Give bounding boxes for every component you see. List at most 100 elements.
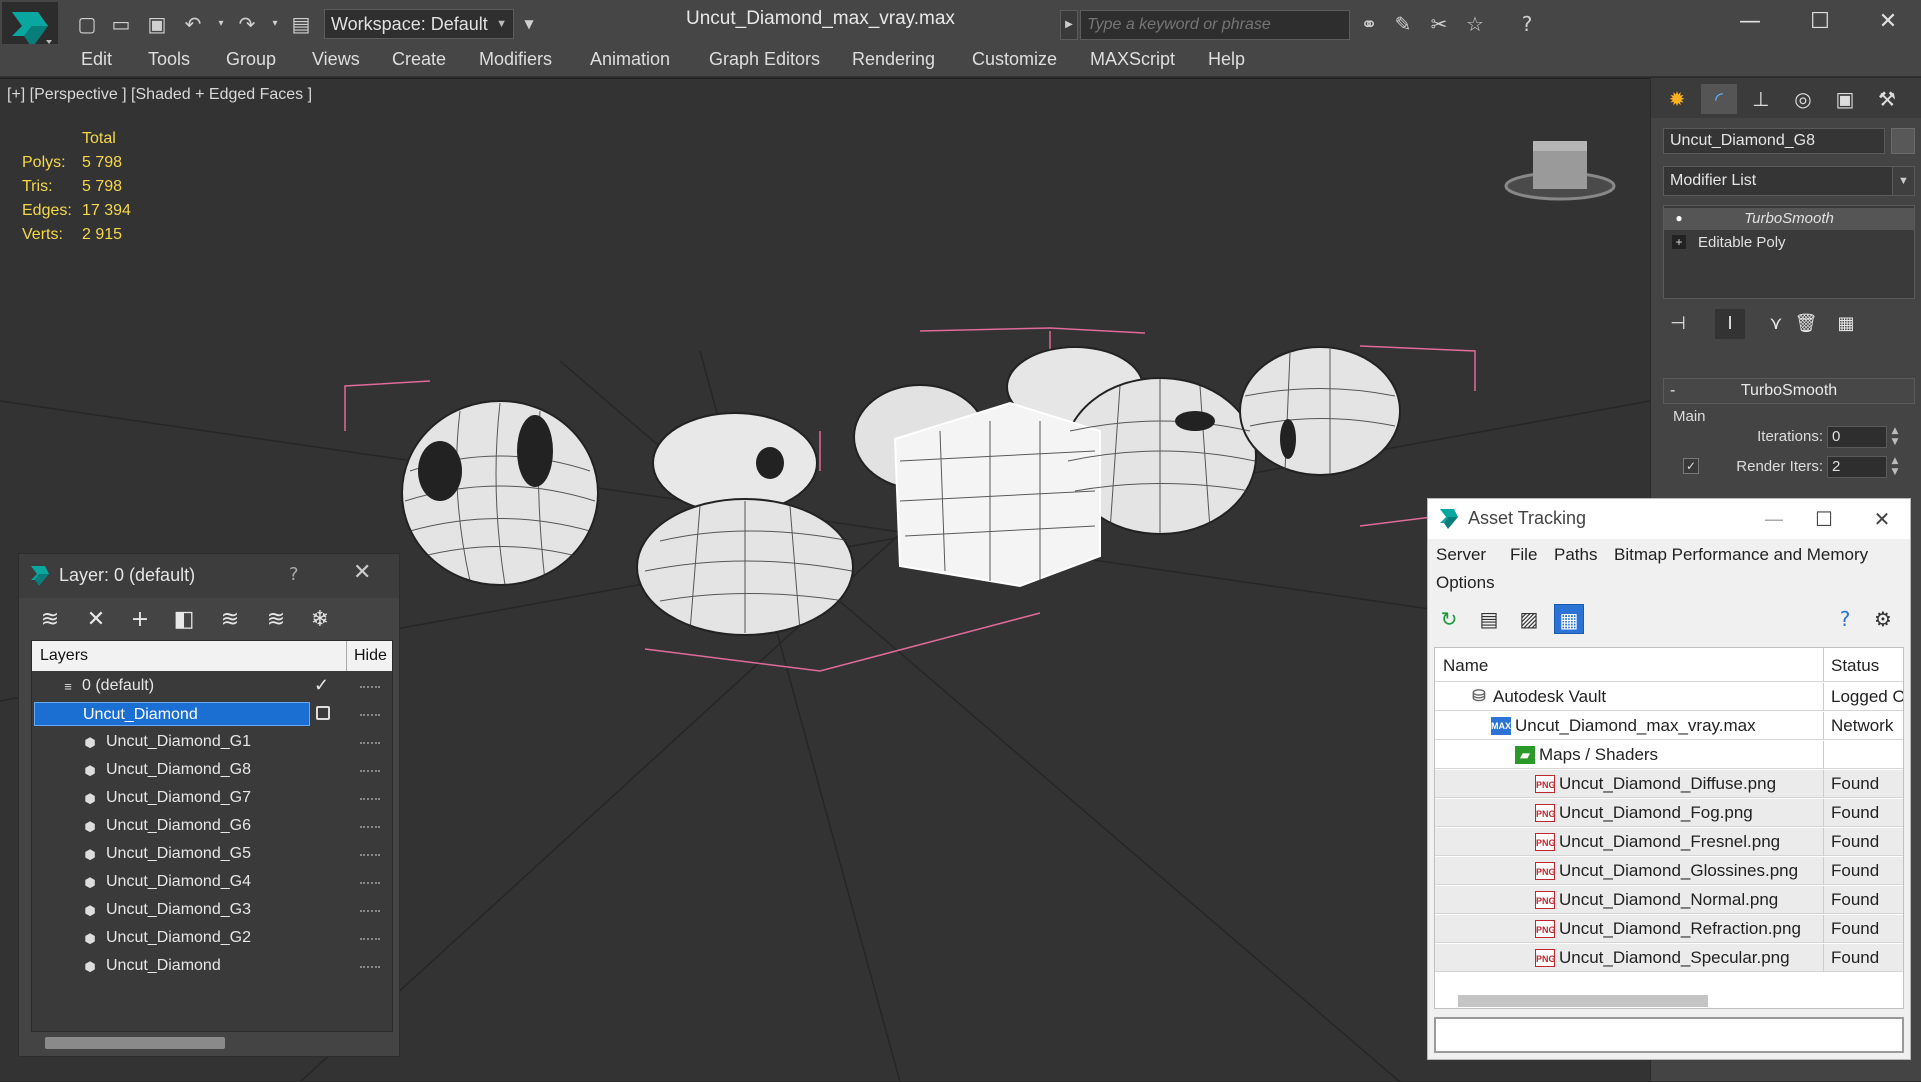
layer-row-selected[interactable]: ⊟ ≡ Uncut_Diamond xyxy=(32,701,392,729)
refresh-icon[interactable]: ↻ xyxy=(1434,604,1464,634)
render-iters-spinner[interactable]: 2 xyxy=(1827,456,1887,478)
hide-toggle[interactable] xyxy=(360,854,380,856)
delete-layer-icon[interactable]: ✕ xyxy=(81,606,111,634)
table-view-icon[interactable]: ▦ xyxy=(1554,604,1584,634)
layer-stack-icon[interactable]: ≋ xyxy=(35,606,65,634)
hide-toggle[interactable] xyxy=(360,770,380,772)
asset-row-png[interactable]: PNG Uncut_Diamond_Refraction.png Found xyxy=(1435,915,1903,943)
new-file-icon[interactable]: ▢ xyxy=(74,12,100,36)
asset-menu-file[interactable]: File xyxy=(1510,545,1537,565)
stack-item-editable-poly[interactable]: + Editable Poly xyxy=(1664,232,1914,254)
lightbulb-icon[interactable]: ● xyxy=(1672,211,1686,225)
utilities-tab-icon[interactable]: ⚒ xyxy=(1869,84,1905,114)
asset-row-png[interactable]: PNG Uncut_Diamond_Glossines.png Found xyxy=(1435,857,1903,885)
asset-menu-bitmap[interactable]: Bitmap Performance and Memory xyxy=(1614,545,1868,565)
show-end-result-icon[interactable]: Ⅰ xyxy=(1715,309,1745,339)
close-button[interactable]: ✕ xyxy=(1858,4,1918,40)
hide-toggle[interactable] xyxy=(360,798,380,800)
layer-row[interactable]: ≡ 0 (default) ✓ xyxy=(32,673,392,701)
stack-item-turbosmooth[interactable]: ● TurboSmooth xyxy=(1664,208,1914,230)
search-input[interactable] xyxy=(1080,10,1350,40)
object-row[interactable]: ⬢ Uncut_Diamond_G3 xyxy=(32,897,392,925)
column-hide[interactable]: Hide xyxy=(354,647,387,665)
layer-window-titlebar[interactable]: Layer: 0 (default) ? ✕ xyxy=(19,554,399,598)
asset-menu-options[interactable]: Options xyxy=(1436,573,1495,593)
asset-row-maps[interactable]: ▰ Maps / Shaders xyxy=(1435,741,1903,769)
save-file-icon[interactable]: ▣ xyxy=(144,12,170,36)
modifier-list-dropdown[interactable]: Modifier List ▼ xyxy=(1663,166,1915,196)
spinner-arrows-icon[interactable]: ▲ ▼ xyxy=(1889,426,1901,448)
modify-tab-icon[interactable]: ◜ xyxy=(1701,84,1737,114)
maximize-button[interactable]: ☐ xyxy=(1790,4,1850,40)
object-row[interactable]: ⬢ Uncut_Diamond xyxy=(32,953,392,981)
make-unique-icon[interactable]: ⋎ xyxy=(1761,309,1791,339)
menu-create[interactable]: Create xyxy=(392,49,446,70)
asset-menu-server[interactable]: Server xyxy=(1436,545,1486,565)
minimize-button[interactable]: — xyxy=(1720,4,1780,40)
menu-rendering[interactable]: Rendering xyxy=(852,49,935,70)
close-icon[interactable]: ✕ xyxy=(353,560,371,585)
asset-path-field[interactable] xyxy=(1434,1017,1904,1053)
rollout-header[interactable]: - TurboSmooth xyxy=(1663,378,1915,404)
column-name[interactable]: Name xyxy=(1443,656,1488,676)
open-file-icon[interactable]: ▭ xyxy=(108,12,134,36)
binoculars-icon[interactable]: ⚭ xyxy=(1356,12,1382,36)
hide-toggle[interactable] xyxy=(360,882,380,884)
spinner-arrows-icon[interactable]: ▲ ▼ xyxy=(1889,456,1901,478)
object-row[interactable]: ⬢ Uncut_Diamond_G2 xyxy=(32,925,392,953)
settings-icon[interactable]: ⚙ xyxy=(1868,604,1898,634)
help-icon[interactable]: ? xyxy=(1830,604,1860,634)
remove-modifier-icon[interactable]: 🗑 xyxy=(1791,309,1821,339)
menu-group[interactable]: Group xyxy=(226,49,276,70)
undo-icon[interactable]: ↶ xyxy=(180,12,206,36)
favorite-star-icon[interactable]: ☆ xyxy=(1462,12,1488,36)
help-icon[interactable]: ? xyxy=(289,564,299,585)
pin-stack-icon[interactable]: ⊣ xyxy=(1663,309,1693,339)
hide-toggle[interactable] xyxy=(360,910,380,912)
asset-row-png[interactable]: PNG Uncut_Diamond_Fresnel.png Found xyxy=(1435,828,1903,856)
column-status[interactable]: Status xyxy=(1831,656,1879,676)
menu-animation[interactable]: Animation xyxy=(590,49,670,70)
hide-toggle[interactable] xyxy=(360,938,380,940)
undo-dropdown-icon[interactable]: ▾ xyxy=(208,12,234,36)
tools-icon[interactable]: ✂ xyxy=(1426,12,1452,36)
close-button[interactable]: ✕ xyxy=(1862,503,1902,535)
hide-toggle[interactable] xyxy=(360,714,380,716)
menu-views[interactable]: Views xyxy=(312,49,360,70)
list-view-icon[interactable]: ▤ xyxy=(1474,604,1504,634)
asset-row-png[interactable]: PNG Uncut_Diamond_Fog.png Found xyxy=(1435,799,1903,827)
create-tab-icon[interactable]: ✹ xyxy=(1659,84,1695,114)
object-row[interactable]: ⬢ Uncut_Diamond_G7 xyxy=(32,785,392,813)
select-objects-icon[interactable]: ≋ xyxy=(215,606,245,634)
motion-tab-icon[interactable]: ◎ xyxy=(1785,84,1821,114)
asset-row-png[interactable]: PNG Uncut_Diamond_Normal.png Found xyxy=(1435,886,1903,914)
asset-window-titlebar[interactable]: Asset Tracking — ☐ ✕ xyxy=(1428,499,1910,539)
redo-icon[interactable]: ↷ xyxy=(234,12,260,36)
asset-row-png[interactable]: PNG Uncut_Diamond_Diffuse.png Found xyxy=(1435,770,1903,798)
menu-tools[interactable]: Tools xyxy=(148,49,190,70)
customize-toolbar-icon[interactable]: ▼ xyxy=(516,12,542,36)
object-row[interactable]: ⬢ Uncut_Diamond_G1 xyxy=(32,729,392,757)
redo-dropdown-icon[interactable]: ▾ xyxy=(262,12,288,36)
object-row[interactable]: ⬢ Uncut_Diamond_G5 xyxy=(32,841,392,869)
object-name-field[interactable]: Uncut_Diamond_G8 xyxy=(1663,128,1885,154)
add-selection-icon[interactable]: ◧ xyxy=(169,606,199,634)
project-folder-icon[interactable]: ▤ xyxy=(288,12,314,36)
menu-maxscript[interactable]: MAXScript xyxy=(1090,49,1175,70)
add-layer-icon[interactable]: + xyxy=(125,606,155,634)
iterations-spinner[interactable]: 0 xyxy=(1827,426,1887,448)
hierarchy-tab-icon[interactable]: ⊥ xyxy=(1743,84,1779,114)
hide-toggle[interactable] xyxy=(360,686,380,688)
hide-toggle[interactable] xyxy=(360,826,380,828)
maximize-button[interactable]: ☐ xyxy=(1804,503,1844,535)
thumbnail-view-icon[interactable]: ▨ xyxy=(1514,604,1544,634)
menu-edit[interactable]: Edit xyxy=(81,49,112,70)
expand-plus-icon[interactable]: + xyxy=(1672,235,1686,249)
object-color-swatch[interactable] xyxy=(1891,128,1915,154)
hide-toggle[interactable] xyxy=(360,966,380,968)
menu-modifiers[interactable]: Modifiers xyxy=(479,49,552,70)
menu-graph-editors[interactable]: Graph Editors xyxy=(709,49,820,70)
minimize-button[interactable]: — xyxy=(1754,503,1794,535)
highlight-layer-icon[interactable]: ≋ xyxy=(261,606,291,634)
menu-customize[interactable]: Customize xyxy=(972,49,1057,70)
